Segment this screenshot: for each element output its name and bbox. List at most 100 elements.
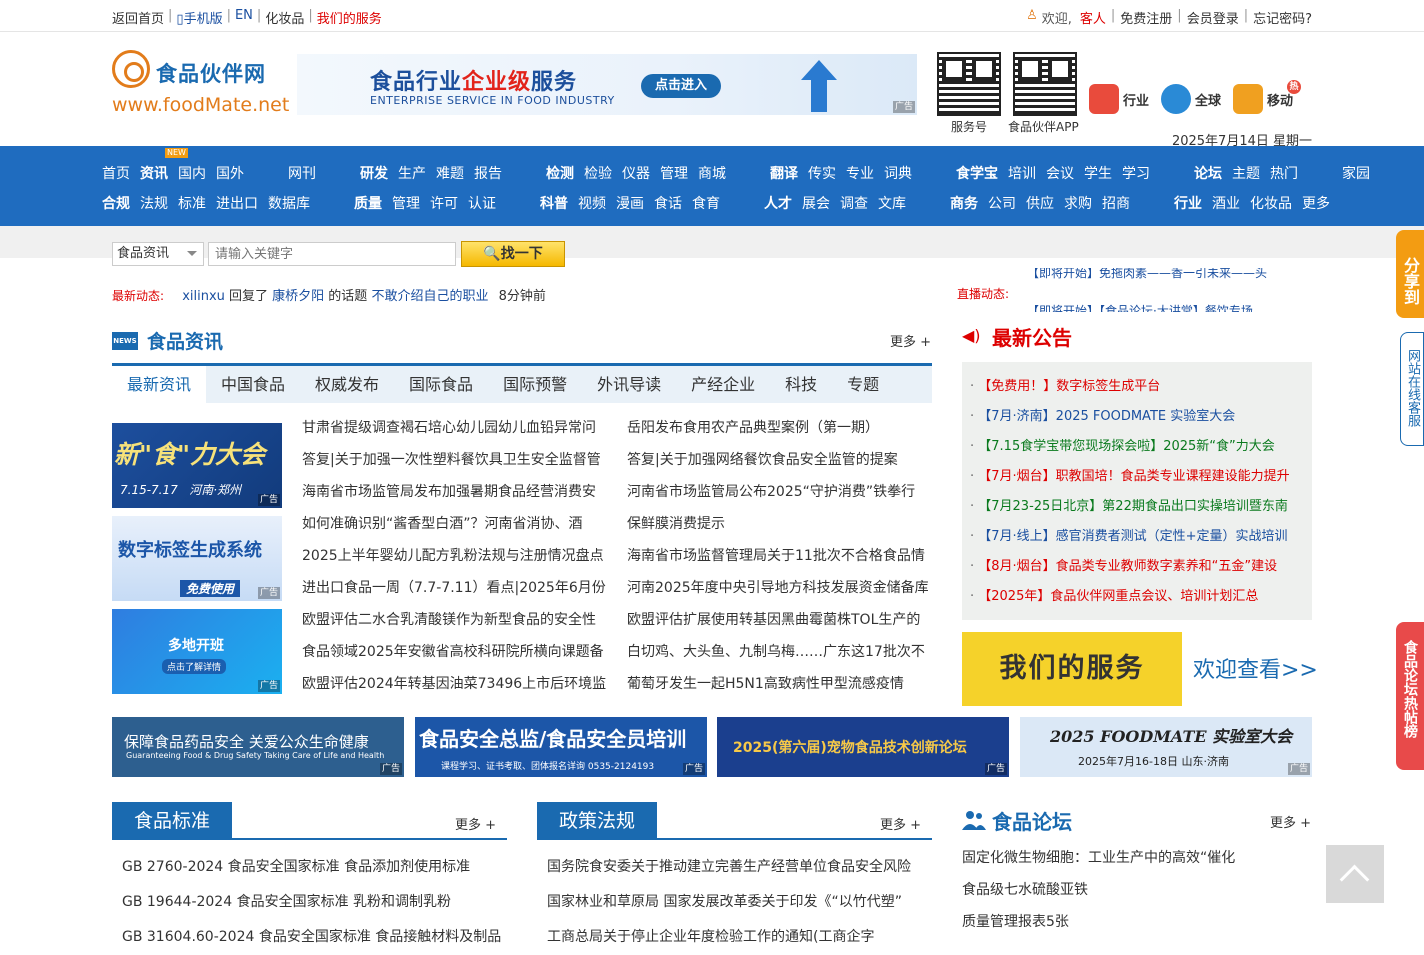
nav-video[interactable]: 视频 <box>578 193 606 213</box>
tab-enterprise[interactable]: 产经企业 <box>676 366 770 403</box>
forum-post-item[interactable]: 固定化微生物细胞：工业生产中的高效“催化 <box>962 842 1282 874</box>
news-item[interactable]: 海南省市场监督管理局关于11批次不合格食品情 <box>627 540 932 572</box>
news-item[interactable]: 如何准确识别“酱香型白酒”？河南省消协、酒 <box>302 508 606 540</box>
nav-news[interactable]: 资讯 <box>140 163 168 183</box>
site-logo[interactable]: 食品伙伴网 www.foodMate.net <box>112 50 289 120</box>
nav-regulations[interactable]: 法规 <box>140 193 168 213</box>
nav-import-export[interactable]: 进出口 <box>216 193 258 213</box>
nav-chuanshi[interactable]: 传实 <box>808 163 836 183</box>
enterprise-service-banner[interactable]: 食品行业企业级服务 ENTERPRISE SERVICE IN FOOD IND… <box>297 54 917 115</box>
nav-comics[interactable]: 漫画 <box>616 193 644 213</box>
news-item[interactable]: 欧盟评估二水合乳清酸镁作为新型食品的安全性 <box>302 604 606 636</box>
announcement-item[interactable]: 【7月·烟台】职教国培！食品类专业课程建设能力提升 <box>970 462 1312 492</box>
news-item[interactable]: 答复|关于加强一次性塑料餐饮具卫生安全监督管 <box>302 444 606 476</box>
news-item[interactable]: 食品领域2025年安徽省高校科研院所横向课题备 <box>302 636 606 668</box>
activity-target-user[interactable]: 康桥夕阳 <box>272 289 324 304</box>
announcement-item[interactable]: 【7月23-25日北京】第22期食品出口实操培训暨东南 <box>970 492 1312 522</box>
policy-more-link[interactable]: 更多 + <box>880 814 921 833</box>
nav-inspection[interactable]: 检验 <box>584 163 612 183</box>
announcement-item[interactable]: 【免费用！】数字标签生成平台 <box>970 372 1312 402</box>
conference-ad-thumb[interactable]: 新"食"力大会 7.15-7.17 河南·郑州 广告 <box>112 423 282 508</box>
nav-shixuebao[interactable]: 食学宝 <box>956 163 998 183</box>
news-item[interactable]: 岳阳发布食用农产品典型案例（第一期） <box>627 412 932 444</box>
ad-food-safety[interactable]: 保障食品药品安全 关爱公众生命健康 Guaranteeing Food & Dr… <box>112 717 404 777</box>
nav-learning[interactable]: 学习 <box>1122 163 1150 183</box>
news-more-link[interactable]: 更多 + <box>890 331 931 350</box>
nav-survey[interactable]: 调查 <box>840 193 868 213</box>
search-input[interactable] <box>208 242 456 266</box>
training-ad-thumb[interactable]: 多地开班 点击了解详情 广告 <box>112 609 282 694</box>
ad-lab-conference[interactable]: 2025 FOODMATE 实验室大会 2025年7月16-18日 山东·济南 … <box>1020 717 1312 777</box>
policy-item[interactable]: 国家林业和草原局 国家发展改革委关于印发《“以竹代塑” <box>547 885 927 920</box>
nav-rd[interactable]: 研发 <box>360 163 388 183</box>
nav-journal[interactable]: 网刊 <box>288 163 316 183</box>
nav-management[interactable]: 管理 <box>660 163 688 183</box>
nav-library[interactable]: 文库 <box>878 193 906 213</box>
nav-more[interactable]: 更多 <box>1302 193 1330 213</box>
nav-testing[interactable]: 检测 <box>546 163 574 183</box>
nav-domestic[interactable]: 国内 <box>178 163 206 183</box>
forgot-password-link[interactable]: 忘记密码? <box>1253 8 1312 27</box>
nav-investment[interactable]: 招商 <box>1102 193 1130 213</box>
nav-license[interactable]: 许可 <box>430 193 458 213</box>
nav-business[interactable]: 商务 <box>950 193 978 213</box>
cosmetics-link[interactable]: 化妆品 <box>265 8 304 27</box>
our-service-button[interactable]: 我们的服务 <box>962 632 1182 706</box>
nav-compliance[interactable]: 合规 <box>102 193 130 213</box>
tab-intl-alert[interactable]: 国际预警 <box>488 366 582 403</box>
news-item[interactable]: 甘肃省提级调查褐石培心幼儿园幼儿血铅异常问 <box>302 412 606 444</box>
global-link[interactable]: 全球 <box>1161 84 1221 114</box>
nav-cosmetics[interactable]: 化妆品 <box>1250 193 1292 213</box>
news-item[interactable]: 保鲜膜消费提示 <box>627 508 932 540</box>
nav-professional[interactable]: 专业 <box>846 163 874 183</box>
home-link[interactable]: 返回首页 <box>112 8 164 27</box>
nav-certification[interactable]: 认证 <box>468 193 496 213</box>
tab-tech[interactable]: 科技 <box>770 366 832 403</box>
search-category-select[interactable]: 食品资讯 <box>112 242 204 266</box>
forum-more-link[interactable]: 更多 + <box>1270 812 1311 831</box>
digital-label-ad-thumb[interactable]: 数字标签生成系统 免费使用 广告 <box>112 516 282 601</box>
news-item[interactable]: 河南省市场监管局公布2025“守护消费”铁拳行 <box>627 476 932 508</box>
nav-database[interactable]: 数据库 <box>268 193 310 213</box>
news-item[interactable]: 进出口食品一周（7.7-7.11）看点|2025年6月份 <box>302 572 606 604</box>
online-service-button[interactable]: 网站在线客服 <box>1400 332 1424 446</box>
nav-production[interactable]: 生产 <box>398 163 426 183</box>
nav-hot[interactable]: 热门 <box>1270 163 1298 183</box>
nav-training[interactable]: 培训 <box>1008 163 1036 183</box>
tab-intl-food[interactable]: 国际食品 <box>394 366 488 403</box>
industry-link[interactable]: 行业 <box>1089 84 1149 114</box>
news-item[interactable]: 欧盟评估2024年转基因油菜73496上市后环境监 <box>302 668 606 700</box>
announcement-item[interactable]: 【7.15食学宝带您现场探会啦】2025新“食”力大会 <box>970 432 1312 462</box>
tab-special[interactable]: 专题 <box>832 366 894 403</box>
news-item[interactable]: 2025上半年婴幼儿配方乳粉法规与注册情况盘点 <box>302 540 606 572</box>
nav-supply[interactable]: 供应 <box>1026 193 1054 213</box>
news-item[interactable]: 答复|关于加强网络餐饮食品安全监管的提案 <box>627 444 932 476</box>
share-button[interactable]: 分享到 <box>1396 230 1424 318</box>
tab-latest-news[interactable]: 最新资讯 <box>112 366 207 403</box>
nav-students[interactable]: 学生 <box>1084 163 1112 183</box>
nav-industry[interactable]: 行业 <box>1174 193 1202 213</box>
nav-home-space[interactable]: 家园 <box>1342 163 1370 183</box>
announcement-item[interactable]: 【7月·线上】感官消费者测试（定性+定量）实战培训 <box>970 522 1312 552</box>
nav-meetings[interactable]: 会议 <box>1046 163 1074 183</box>
nav-mall[interactable]: 商城 <box>698 163 726 183</box>
nav-dictionary[interactable]: 词典 <box>884 163 912 183</box>
news-item[interactable]: 葡萄牙发生一起H5N1高致病性甲型流感疫情 <box>627 668 932 700</box>
forum-hot-posts-button[interactable]: 食品论坛热帖榜 <box>1396 622 1424 770</box>
nav-food-education[interactable]: 食育 <box>692 193 720 213</box>
forum-post-item[interactable]: 食品级七水硫酸亚铁 <box>962 874 1282 906</box>
nav-quality[interactable]: 质量 <box>354 193 382 213</box>
register-link[interactable]: 免费注册 <box>1120 8 1172 27</box>
tab-foreign-digest[interactable]: 外讯导读 <box>582 366 676 403</box>
standard-item[interactable]: GB 19644-2024 食品安全国家标准 乳粉和调制乳粉 <box>122 885 502 920</box>
standard-item[interactable]: GB 31604.60-2024 食品安全国家标准 食品接触材料及制品 <box>122 920 502 955</box>
nav-translation[interactable]: 翻译 <box>770 163 798 183</box>
nav-topics[interactable]: 主题 <box>1232 163 1260 183</box>
standards-more-link[interactable]: 更多 + <box>455 814 496 833</box>
activity-user[interactable]: xilinxu <box>182 289 225 304</box>
announcement-item[interactable]: 【7月·济南】2025 FOODMATE 实验室大会 <box>970 402 1312 432</box>
forum-post-item[interactable]: 质量管理报表5张 <box>962 906 1282 938</box>
news-item[interactable]: 海南省市场监管局发布加强暑期食品经营消费安 <box>302 476 606 508</box>
nav-companies[interactable]: 公司 <box>988 193 1016 213</box>
login-link[interactable]: 会员登录 <box>1187 8 1239 27</box>
